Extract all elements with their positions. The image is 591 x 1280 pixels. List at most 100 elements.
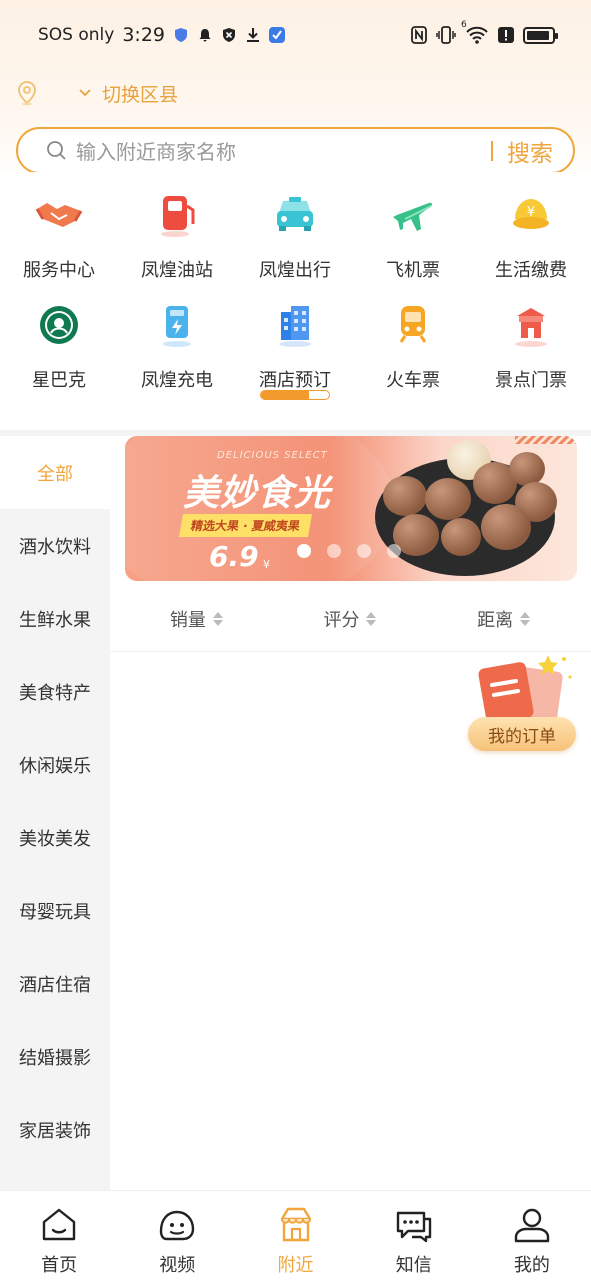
sort-label: 评分 <box>323 609 360 631</box>
category-label: 酒店预订 <box>259 370 331 391</box>
carrier-text: SOS only <box>38 25 115 45</box>
sort-label: 销量 <box>169 609 206 631</box>
sidebar-item-hotel[interactable]: 酒店住宿 <box>0 947 110 1020</box>
category-label: 景点门票 <box>495 370 567 391</box>
pagination-dot[interactable] <box>357 544 371 558</box>
battery-icon <box>523 26 558 44</box>
vibrate-icon <box>436 26 456 44</box>
sidebar-item-all[interactable]: 全部 <box>0 436 110 509</box>
order-list-icon <box>478 655 572 724</box>
train-icon <box>389 302 437 348</box>
nearby-shop-icon <box>280 1207 311 1242</box>
sidebar-item-home-decor[interactable]: 家居装饰 <box>0 1093 110 1166</box>
sidebar-item-drinks[interactable]: 酒水饮料 <box>0 509 110 582</box>
nav-label: 我的 <box>513 1255 550 1276</box>
nav-video[interactable]: 视频 <box>118 1191 236 1280</box>
category-item[interactable]: 飞机票 <box>354 192 472 282</box>
sort-arrows-icon <box>212 611 223 626</box>
airplane-icon <box>389 192 437 238</box>
hotel-icon <box>271 302 319 348</box>
sort-by-sales[interactable]: 销量 <box>170 606 224 632</box>
message-icon <box>396 1211 431 1243</box>
category-item[interactable]: 凤煌油站 <box>118 192 236 282</box>
category-label: 飞机票 <box>386 260 440 281</box>
sort-by-distance[interactable]: 距离 <box>477 606 531 632</box>
macadamia-nut <box>441 518 481 556</box>
chevron-down-icon <box>79 89 91 97</box>
promo-banner[interactable]: DELICIOUS SELECT 美妙食光 精选大果 · 夏威夷果 6.9 ¥ <box>125 436 577 581</box>
category-scroll-indicator <box>260 390 330 400</box>
category-item[interactable]: 景点门票 <box>472 302 590 392</box>
banner-pagination <box>297 544 401 558</box>
sidebar-item-beauty[interactable]: 美妆美发 <box>0 801 110 874</box>
search-divider <box>491 140 493 161</box>
location-row: 切换区县 <box>16 78 178 108</box>
category-item[interactable]: 凤煌充电 <box>118 302 236 392</box>
category-item[interactable]: 酒店预订 <box>236 302 354 392</box>
my-orders-label: 我的订单 <box>468 717 576 751</box>
security-badge-icon <box>223 28 235 42</box>
search-input[interactable]: 输入附近商家名称 <box>76 136 491 165</box>
macadamia-nut <box>383 476 427 516</box>
district-switch-label: 切换区县 <box>102 83 179 106</box>
wifi-icon: 6 <box>461 20 489 44</box>
bottom-nav: 首页 视频 附近 知信 我的 <box>0 1190 591 1280</box>
main-content: DELICIOUS SELECT 美妙食光 精选大果 · 夏威夷果 6.9 ¥ … <box>110 436 591 1190</box>
nav-label: 首页 <box>41 1255 78 1276</box>
search-button[interactable]: 搜索 <box>507 134 553 168</box>
download-icon <box>247 28 259 42</box>
location-pin-icon[interactable] <box>16 80 38 106</box>
category-item[interactable]: 凤煌出行 <box>236 192 354 282</box>
banner-title: 美妙食光 <box>183 473 332 514</box>
category-label: 星巴克 <box>32 370 86 391</box>
banner-price: 6.9 <box>209 540 259 573</box>
my-orders-button[interactable]: 我的订单 <box>466 655 578 755</box>
macadamia-nut <box>481 504 531 550</box>
category-label: 凤煌油站 <box>141 260 213 281</box>
macadamia-nut <box>425 478 471 520</box>
nav-profile[interactable]: 我的 <box>473 1191 591 1280</box>
pagination-dot[interactable] <box>297 544 311 558</box>
sort-by-rating[interactable]: 评分 <box>323 606 377 632</box>
sidebar-item-baby-toys[interactable]: 母婴玩具 <box>0 874 110 947</box>
category-item[interactable]: 服务中心 <box>0 192 118 282</box>
district-switch[interactable]: 切换区县 <box>78 80 178 107</box>
search-icon <box>47 140 66 160</box>
app-notification-icon <box>269 27 285 43</box>
category-label: 凤煌充电 <box>141 370 213 391</box>
macadamia-nut <box>509 452 545 486</box>
category-grid: 服务中心 凤煌油站 凤煌出行 飞机票 ¥ 生活缴费 星巴克 凤煌充电 酒店预订 … <box>0 192 591 392</box>
video-icon <box>160 1210 195 1241</box>
nav-label: 知信 <box>395 1255 432 1276</box>
nav-messages[interactable]: 知信 <box>355 1191 473 1280</box>
nav-nearby[interactable]: 附近 <box>236 1191 354 1280</box>
charging-station-icon <box>153 302 201 348</box>
banner-currency: ¥ <box>263 558 270 571</box>
sort-arrows-icon <box>520 611 531 626</box>
category-panel: 服务中心 凤煌油站 凤煌出行 飞机票 ¥ 生活缴费 星巴克 凤煌充电 酒店预订 … <box>0 172 591 422</box>
sidebar-item-wedding-photo[interactable]: 结婚摄影 <box>0 1020 110 1093</box>
category-item[interactable]: 火车票 <box>354 302 472 392</box>
category-label: 凤煌出行 <box>259 260 331 281</box>
category-label: 服务中心 <box>23 260 95 281</box>
pagination-dot[interactable] <box>387 544 401 558</box>
status-bar: SOS only 3:29 6 <box>0 0 591 70</box>
bell-icon <box>199 29 211 42</box>
starbucks-icon <box>35 302 83 348</box>
category-label: 火车票 <box>386 370 440 391</box>
sidebar-item-food-specialty[interactable]: 美食特产 <box>0 655 110 728</box>
alert-icon <box>498 27 514 43</box>
payment-icon: ¥ <box>507 192 555 238</box>
pagination-dot[interactable] <box>327 544 341 558</box>
sort-label: 距离 <box>477 609 514 631</box>
sidebar-item-fresh-fruit[interactable]: 生鲜水果 <box>0 582 110 655</box>
category-item[interactable]: ¥ 生活缴费 <box>472 192 590 282</box>
search-bar[interactable]: 输入附近商家名称 搜索 <box>16 127 575 174</box>
nav-home[interactable]: 首页 <box>0 1191 118 1280</box>
fuel-pump-icon <box>153 192 201 238</box>
handshake-icon <box>35 192 83 238</box>
sidebar-item-leisure[interactable]: 休闲娱乐 <box>0 728 110 801</box>
nfc-icon <box>411 26 427 44</box>
category-item[interactable]: 星巴克 <box>0 302 118 392</box>
nav-label: 附近 <box>277 1255 314 1276</box>
